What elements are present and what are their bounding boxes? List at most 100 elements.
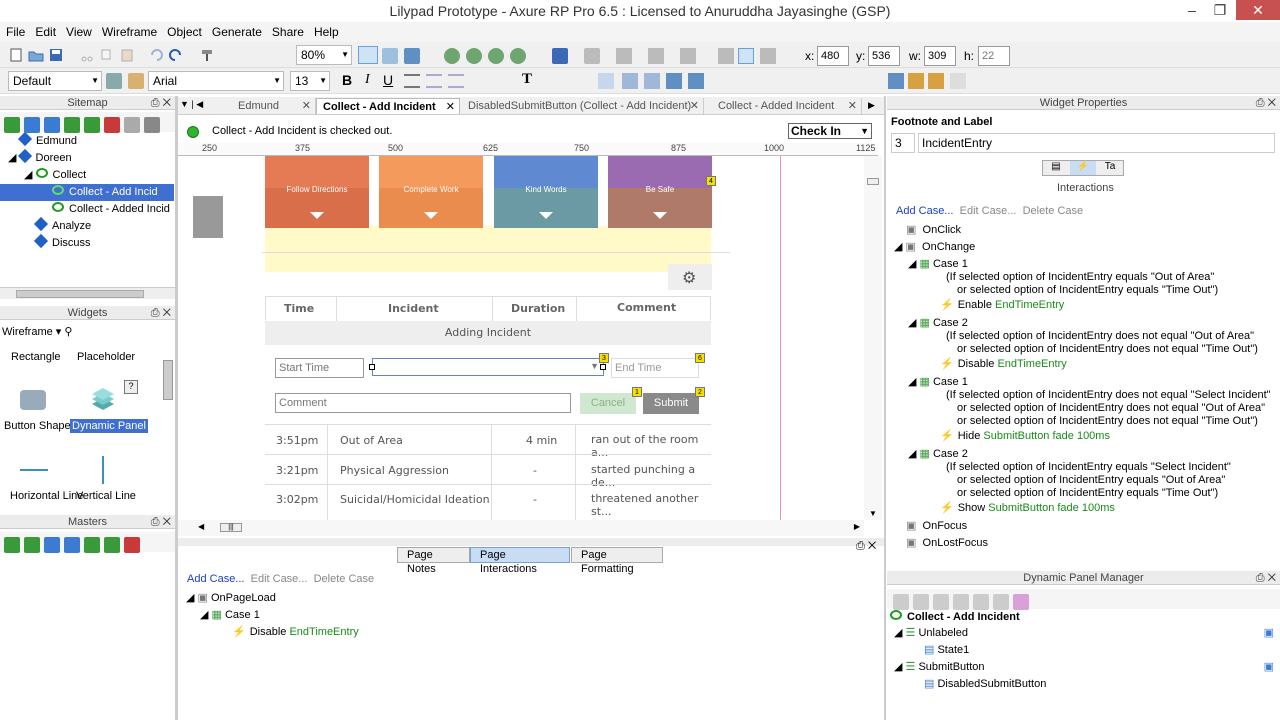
add-master-icon[interactable] (4, 537, 20, 553)
event-onlostfocus[interactable]: ▣ OnLostFocus (894, 537, 1274, 554)
tab-edmund[interactable]: Edmund ✕ (232, 98, 316, 114)
align-right-icon[interactable] (760, 48, 776, 64)
dpm-panel-submitbutton[interactable]: ◢ ☰ SubmitButton ▣ (890, 661, 1278, 678)
style-select[interactable]: Default ▼ (8, 71, 102, 91)
import-icon[interactable] (888, 73, 904, 89)
text-align-left-icon[interactable] (404, 74, 420, 88)
gear-icon[interactable]: ⚙ (682, 268, 696, 288)
interactions-view-icon[interactable]: ⚡ (1070, 161, 1096, 175)
edit-case-link[interactable]: Edit Case... (960, 205, 1017, 217)
paste-icon[interactable] (119, 47, 135, 63)
resize-handle[interactable] (369, 364, 375, 370)
menu-edit[interactable]: Edit (30, 22, 61, 42)
table-row[interactable]: 3:51pm Out of Area 4 min ran out of the … (265, 424, 711, 459)
card-kind-words[interactable]: Kind Words (494, 156, 598, 228)
splitter[interactable] (884, 96, 886, 720)
fill-color-icon[interactable] (552, 48, 568, 64)
sitemap-item-collect-added[interactable]: Collect - Added Incid (0, 201, 175, 218)
panel-close-icon[interactable]: ⎙ ✕ (151, 96, 171, 110)
ungroup-icon[interactable] (466, 48, 482, 64)
start-time-input[interactable]: Start Time (275, 358, 364, 378)
comment-input[interactable]: Comment (275, 393, 571, 413)
table-row[interactable]: 3:02pm Suicidal/Homicidal Ideation - thr… (265, 484, 711, 520)
panel-close-icon[interactable]: ⎙ ✕ (1256, 571, 1276, 585)
check-in-button[interactable]: Check In ▼ (788, 123, 872, 139)
copy-icon[interactable] (99, 47, 115, 63)
widget-dynamic-panel-label[interactable]: Dynamic Panel (70, 419, 148, 433)
rename-icon[interactable] (124, 117, 140, 133)
tab-collect-added[interactable]: Collect - Added Incident ✕ (712, 98, 862, 114)
indent-icon[interactable] (84, 537, 100, 553)
widget-rectangle-label[interactable]: Rectangle (11, 351, 61, 363)
dpm-panel-unlabeled[interactable]: ◢ ☰ Unlabeled ▣ (890, 627, 1278, 644)
send-back-icon[interactable] (510, 48, 526, 64)
text-color-icon[interactable]: T (522, 71, 532, 88)
bring-front-icon[interactable] (488, 48, 504, 64)
move-down-icon[interactable] (953, 594, 969, 610)
move-up-icon[interactable] (24, 117, 40, 133)
flow-icon[interactable] (404, 48, 420, 64)
panel-close-icon[interactable]: ⎙ ✕ (1256, 96, 1276, 110)
sitemap-scrollbar[interactable] (0, 287, 175, 299)
save-icon[interactable] (48, 47, 64, 63)
bold-icon[interactable]: B (342, 72, 352, 88)
unlock-icon[interactable] (950, 73, 966, 89)
case-item[interactable]: ◢ ▦ Case 2 (894, 317, 1274, 330)
dpm-page[interactable]: Collect - Add Incident (890, 610, 1278, 627)
x-field[interactable]: 480 (817, 46, 849, 66)
widget-button-shape-label[interactable]: Button Shape (4, 420, 71, 432)
case-item[interactable]: ◢ ▦ Case 1 (894, 258, 1274, 271)
text-align-center-icon[interactable] (426, 74, 442, 88)
event-onchange[interactable]: ◢ ▣ OnChange (894, 241, 1274, 258)
action-item[interactable]: ⚡ Enable EndTimeEntry (894, 299, 1274, 317)
action-item[interactable]: ⚡ Disable EndTimeEntry (186, 626, 359, 639)
redo-icon[interactable] (168, 47, 184, 63)
widget-horizontal-line-label[interactable]: Horizontal Line (10, 490, 83, 502)
arrow-style-icon[interactable] (680, 48, 696, 64)
edit-case-link[interactable]: Edit Case... (251, 573, 308, 585)
sitemap-item-edmund[interactable]: Edmund (0, 131, 175, 150)
tab-page-formatting[interactable]: Page Formatting (571, 547, 663, 575)
tab-next-icon[interactable]: ▶ (868, 100, 875, 111)
sitemap-item-discuss[interactable]: Discuss (0, 233, 175, 252)
end-time-input[interactable]: End Time (611, 358, 699, 378)
italic-icon[interactable]: I (365, 72, 370, 88)
line-width-icon[interactable] (616, 48, 632, 64)
widget-library-select[interactable]: Wireframe ▾ ⚲ (2, 325, 72, 338)
tab-page-notes[interactable]: Page Notes (397, 547, 470, 575)
search-icon[interactable] (144, 117, 160, 133)
search-icon[interactable]: ⚲ (64, 326, 72, 338)
undo-icon[interactable] (148, 47, 164, 63)
line-style-icon[interactable] (648, 48, 664, 64)
tab-disabled-submit[interactable]: DisabledSubmitButton (Collect - Add Inci… (462, 98, 704, 114)
widget-placeholder-label[interactable]: Placeholder (77, 351, 135, 363)
canvas-vertical-scrollbar[interactable]: ▼ (864, 156, 882, 520)
restore-icon[interactable]: ❐ (1206, 0, 1234, 20)
connector-mode-icon[interactable] (382, 48, 398, 64)
add-page-icon[interactable] (4, 117, 20, 133)
font-size-select[interactable]: 13 ▼ (290, 71, 330, 91)
cancel-button[interactable]: Cancel (580, 393, 636, 414)
button-shape-icon[interactable] (20, 390, 46, 410)
menu-file[interactable]: File (1, 22, 30, 42)
delete-case-link[interactable]: Delete Case (1023, 205, 1084, 217)
resize-handle[interactable] (600, 364, 606, 370)
sitemap-item-analyze[interactable]: Analyze (0, 216, 175, 235)
submit-button[interactable]: Submit (643, 393, 699, 414)
menu-wireframe[interactable]: Wireframe (97, 22, 162, 42)
text-align-right-icon[interactable] (448, 74, 464, 88)
group-icon[interactable] (444, 48, 460, 64)
card-follow-directions[interactable]: Follow Directions (265, 156, 369, 228)
tab-page-interactions[interactable]: Page Interactions (470, 547, 570, 575)
event-onpageload[interactable]: ◢ ▣ OnPageLoad (186, 592, 359, 605)
delete-page-icon[interactable] (104, 117, 120, 133)
visibility-checkbox-icon[interactable]: ▣ (1264, 627, 1274, 640)
close-icon[interactable]: ✕ (1236, 0, 1280, 20)
order-icon[interactable] (666, 73, 682, 89)
move-down-icon[interactable] (64, 537, 80, 553)
vertical-line-icon[interactable] (102, 456, 104, 484)
menu-view[interactable]: View (61, 22, 97, 42)
bottom-splitter[interactable] (178, 538, 884, 546)
move-up-icon[interactable] (44, 537, 60, 553)
panel-close-icon[interactable]: ⎙ ✕ (151, 306, 171, 320)
